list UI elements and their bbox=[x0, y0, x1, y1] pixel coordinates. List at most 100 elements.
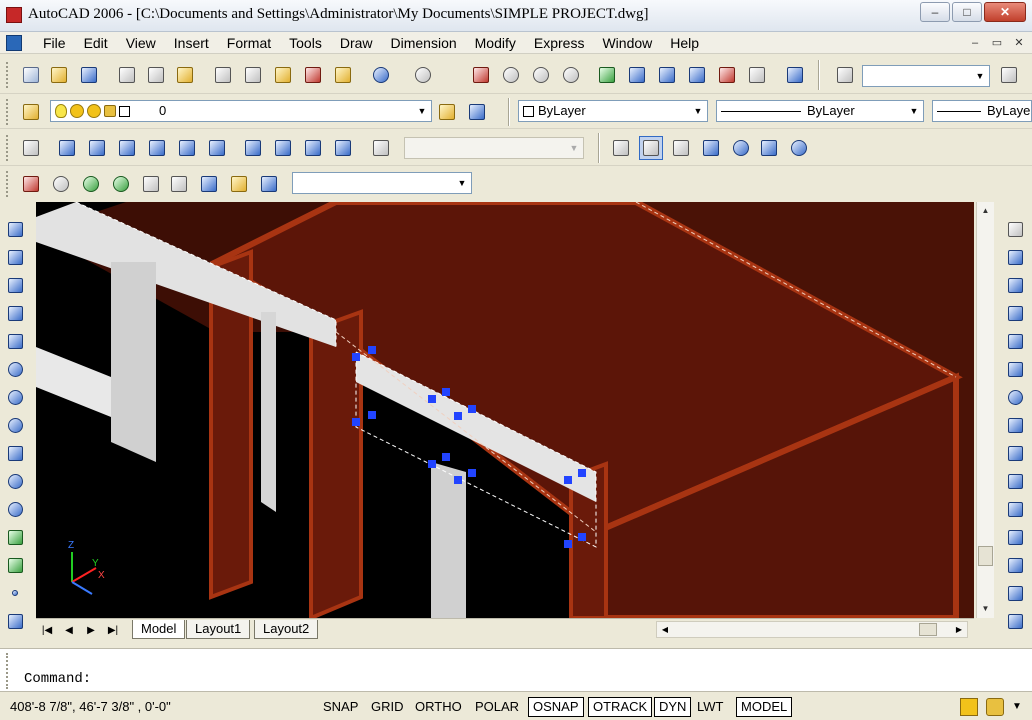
color-control-dropdown[interactable]: ByLayer ▼ bbox=[518, 100, 708, 122]
3d-pan-icon[interactable] bbox=[20, 173, 42, 195]
linetype-control-dropdown[interactable]: ByLayer ▼ bbox=[716, 100, 924, 122]
publish-icon[interactable] bbox=[174, 64, 196, 86]
toolbar-grip[interactable] bbox=[6, 99, 10, 125]
toolbar-lock-icon[interactable] bbox=[986, 698, 1004, 716]
insert-block-icon[interactable] bbox=[4, 526, 26, 548]
markup-set-icon[interactable] bbox=[716, 64, 738, 86]
construction-line-icon[interactable] bbox=[4, 246, 26, 268]
toolbar-grip[interactable] bbox=[6, 171, 10, 197]
move-icon[interactable] bbox=[1004, 358, 1026, 380]
menu-modify[interactable]: Modify bbox=[466, 34, 525, 52]
minimize-button[interactable]: – bbox=[920, 2, 950, 22]
3d-adjust-clip-icon[interactable] bbox=[198, 173, 220, 195]
match-properties-icon[interactable] bbox=[302, 64, 324, 86]
command-window[interactable]: Command: bbox=[0, 648, 1032, 692]
sheet-set-icon[interactable] bbox=[686, 64, 708, 86]
extend-icon[interactable] bbox=[1004, 498, 1026, 520]
menu-tools[interactable]: Tools bbox=[280, 34, 331, 52]
hidden-icon[interactable] bbox=[670, 137, 692, 159]
tool-palettes-icon[interactable] bbox=[656, 64, 678, 86]
3d-swivel-icon[interactable] bbox=[140, 173, 162, 195]
dim-style-icon[interactable] bbox=[998, 64, 1020, 86]
zoom-window-icon[interactable] bbox=[530, 64, 552, 86]
drawing-viewport[interactable]: Y X Z bbox=[36, 202, 974, 618]
3d-orbit-icon[interactable] bbox=[80, 173, 102, 195]
3d-adjust-distance-icon[interactable] bbox=[168, 173, 190, 195]
flat-shaded-edges-icon[interactable] bbox=[758, 137, 780, 159]
ne-isometric-icon[interactable] bbox=[302, 137, 324, 159]
flat-shaded-icon[interactable] bbox=[700, 137, 722, 159]
first-tab-icon[interactable]: |◀ bbox=[38, 622, 56, 638]
menu-format[interactable]: Format bbox=[218, 34, 280, 52]
menu-file[interactable]: File bbox=[34, 34, 75, 52]
gouraud-edges-icon[interactable] bbox=[788, 137, 810, 159]
spline-icon[interactable] bbox=[4, 442, 26, 464]
paste-icon[interactable] bbox=[272, 64, 294, 86]
nw-isometric-icon[interactable] bbox=[332, 137, 354, 159]
next-tab-icon[interactable]: ▶ bbox=[82, 622, 100, 638]
fillet-icon[interactable] bbox=[1004, 610, 1026, 632]
document-restore-button[interactable]: ▭ bbox=[988, 34, 1006, 51]
make-object-layer-current-icon[interactable] bbox=[436, 101, 458, 123]
calculator-icon[interactable] bbox=[746, 64, 768, 86]
block-editor-icon[interactable] bbox=[332, 64, 354, 86]
zoom-realtime-icon[interactable] bbox=[500, 64, 522, 86]
menu-edit[interactable]: Edit bbox=[75, 34, 117, 52]
back-view-icon[interactable] bbox=[206, 137, 228, 159]
grid-toggle[interactable]: GRID bbox=[366, 697, 409, 717]
osnap-toggle[interactable]: OSNAP bbox=[528, 697, 584, 717]
left-view-icon[interactable] bbox=[116, 137, 138, 159]
tab-model[interactable]: Model bbox=[132, 620, 186, 639]
ellipse-icon[interactable] bbox=[4, 470, 26, 492]
stretch-icon[interactable] bbox=[1004, 442, 1026, 464]
toolbar-grip[interactable] bbox=[6, 135, 10, 161]
copy-object-icon[interactable] bbox=[1004, 246, 1026, 268]
plot-preview-icon[interactable] bbox=[145, 64, 167, 86]
bottom-view-icon[interactable] bbox=[86, 137, 108, 159]
erase-icon[interactable] bbox=[1004, 218, 1026, 240]
back-clip-icon[interactable] bbox=[258, 173, 280, 195]
scroll-up-arrow[interactable]: ▲ bbox=[977, 202, 994, 219]
named-views-icon[interactable] bbox=[20, 137, 42, 159]
dyn-toggle[interactable]: DYN bbox=[654, 697, 692, 717]
document-minimize-button[interactable]: – bbox=[966, 34, 984, 51]
toolbar-grip[interactable] bbox=[6, 62, 10, 88]
menu-draw[interactable]: Draw bbox=[331, 34, 382, 52]
line-icon[interactable] bbox=[4, 218, 26, 240]
lineweight-control-dropdown[interactable]: ByLayer bbox=[932, 100, 1032, 122]
last-tab-icon[interactable]: ▶| bbox=[104, 622, 122, 638]
revision-cloud-icon[interactable] bbox=[4, 414, 26, 436]
front-clip-icon[interactable] bbox=[228, 173, 250, 195]
se-isometric-icon[interactable] bbox=[272, 137, 294, 159]
3d-wireframe-icon[interactable] bbox=[639, 136, 663, 160]
sw-isometric-icon[interactable] bbox=[242, 137, 264, 159]
layer-previous-icon[interactable] bbox=[466, 101, 488, 123]
scale-icon[interactable] bbox=[1004, 414, 1026, 436]
help-icon[interactable] bbox=[784, 64, 806, 86]
undo-icon[interactable] bbox=[370, 64, 392, 86]
cut-icon[interactable] bbox=[212, 64, 234, 86]
menu-dimension[interactable]: Dimension bbox=[382, 34, 466, 52]
text-style-icon[interactable] bbox=[834, 64, 856, 86]
menu-insert[interactable]: Insert bbox=[165, 34, 218, 52]
3d-continuous-orbit-icon[interactable] bbox=[110, 173, 132, 195]
model-toggle[interactable]: MODEL bbox=[736, 697, 793, 717]
menu-express[interactable]: Express bbox=[525, 34, 594, 52]
maximize-button[interactable]: □ bbox=[952, 2, 982, 22]
front-view-icon[interactable] bbox=[176, 137, 198, 159]
copy-icon[interactable] bbox=[242, 64, 264, 86]
rotate-icon[interactable] bbox=[1004, 386, 1026, 408]
tab-layout1[interactable]: Layout1 bbox=[186, 620, 251, 639]
view-preset-dropdown[interactable]: ▼ bbox=[292, 172, 472, 194]
arc-icon[interactable] bbox=[4, 358, 26, 380]
polygon-icon[interactable] bbox=[4, 302, 26, 324]
coordinate-readout[interactable]: 408'-8 7/8", 46'-7 3/8" , 0'-0" bbox=[10, 699, 171, 714]
ellipse-arc-icon[interactable] bbox=[4, 498, 26, 520]
camera-icon[interactable] bbox=[370, 137, 392, 159]
right-view-icon[interactable] bbox=[146, 137, 168, 159]
layer-manager-icon[interactable] bbox=[20, 101, 42, 123]
status-menu-icon[interactable]: ▼ bbox=[1012, 698, 1030, 716]
close-button[interactable]: ✕ bbox=[984, 2, 1026, 22]
lwt-toggle[interactable]: LWT bbox=[692, 697, 728, 717]
zoom-previous-icon[interactable] bbox=[560, 64, 582, 86]
